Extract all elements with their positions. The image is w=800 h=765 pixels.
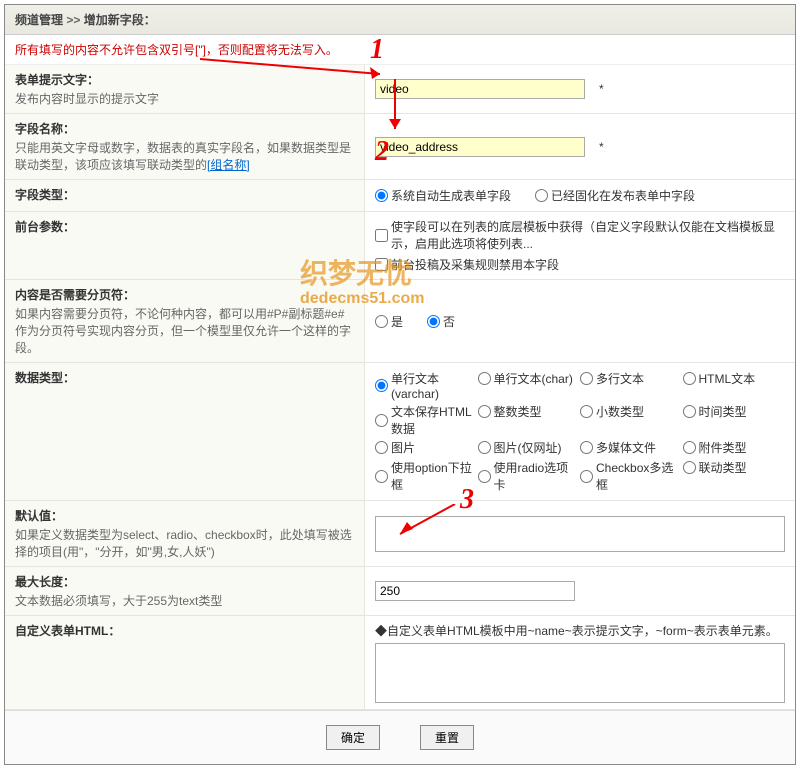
dtype-option[interactable]: 附件类型 (683, 439, 747, 456)
maxlen-input[interactable] (375, 581, 575, 601)
dtype-option[interactable]: Checkbox多选框 (580, 459, 683, 493)
ok-button[interactable]: 确定 (326, 725, 380, 750)
customhtml-textarea[interactable] (375, 643, 785, 703)
radio-yes[interactable]: 是 (375, 313, 403, 330)
chk-disable-front[interactable]: 前台投稿及采集规则禁用本字段 (375, 256, 559, 273)
fieldname-input[interactable] (375, 137, 585, 157)
chk-list-template[interactable]: 使字段可以在列表的底层模板中获得（自定义字段默认仅能在文档模板显示，启用此选项将… (375, 218, 785, 252)
radio-fixed[interactable]: 已经固化在发布表单中字段 (535, 187, 695, 204)
dtype-option[interactable]: 时间类型 (683, 403, 747, 420)
breadcrumb: 频道管理 >> 增加新字段： (5, 5, 795, 35)
dtype-option[interactable]: 图片(仅网址) (478, 439, 562, 456)
dtype-option[interactable]: 整数类型 (478, 403, 542, 420)
label-datatype: 数据类型： (5, 363, 365, 500)
group-name-link[interactable]: [组名称] (207, 158, 250, 172)
dtype-option[interactable]: 使用option下拉框 (375, 459, 478, 493)
label-pagebreak: 内容是否需要分页符： 如果内容需要分页符，不论何种内容，都可以用#P#副标题#e… (5, 280, 365, 362)
dtype-option[interactable]: 小数类型 (580, 403, 644, 420)
required-star: * (599, 140, 604, 154)
dtype-option[interactable]: 图片 (375, 439, 415, 456)
dtype-option[interactable]: 多媒体文件 (580, 439, 656, 456)
reset-button[interactable]: 重置 (420, 725, 474, 750)
radio-no[interactable]: 否 (427, 313, 455, 330)
radio-auto[interactable]: 系统自动生成表单字段 (375, 187, 511, 204)
customhtml-note: ◆自定义表单HTML模板中用~name~表示提示文字，~form~表示表单元素。 (375, 622, 785, 639)
dtype-option[interactable]: 文本保存HTML数据 (375, 403, 478, 437)
label-fieldtype: 字段类型： (5, 180, 365, 211)
warning-text: 所有填写的内容不允许包含双引号["]，否则配置将无法写入。 (5, 35, 795, 65)
dtype-option[interactable]: 多行文本 (580, 370, 644, 387)
hint-input[interactable] (375, 79, 585, 99)
dtype-option[interactable]: 联动类型 (683, 459, 747, 476)
label-hint: 表单提示文字： 发布内容时显示的提示文字 (5, 65, 365, 113)
dtype-option[interactable]: 单行文本(char) (478, 370, 573, 387)
label-front: 前台参数： (5, 212, 365, 279)
label-default: 默认值： 如果定义数据类型为select、radio、checkbox时，此处填… (5, 501, 365, 566)
required-star: * (599, 82, 604, 96)
default-textarea[interactable] (375, 516, 785, 552)
label-customhtml: 自定义表单HTML： (5, 616, 365, 709)
dtype-option[interactable]: 单行文本(varchar) (375, 370, 478, 401)
dtype-option[interactable]: HTML文本 (683, 370, 756, 387)
label-fieldname: 字段名称： 只能用英文字母或数字，数据表的真实字段名，如果数据类型是联动类型，该… (5, 114, 365, 179)
label-maxlen: 最大长度： 文本数据必须填写，大于255为text类型 (5, 567, 365, 615)
dtype-option[interactable]: 使用radio选项卡 (478, 459, 581, 493)
